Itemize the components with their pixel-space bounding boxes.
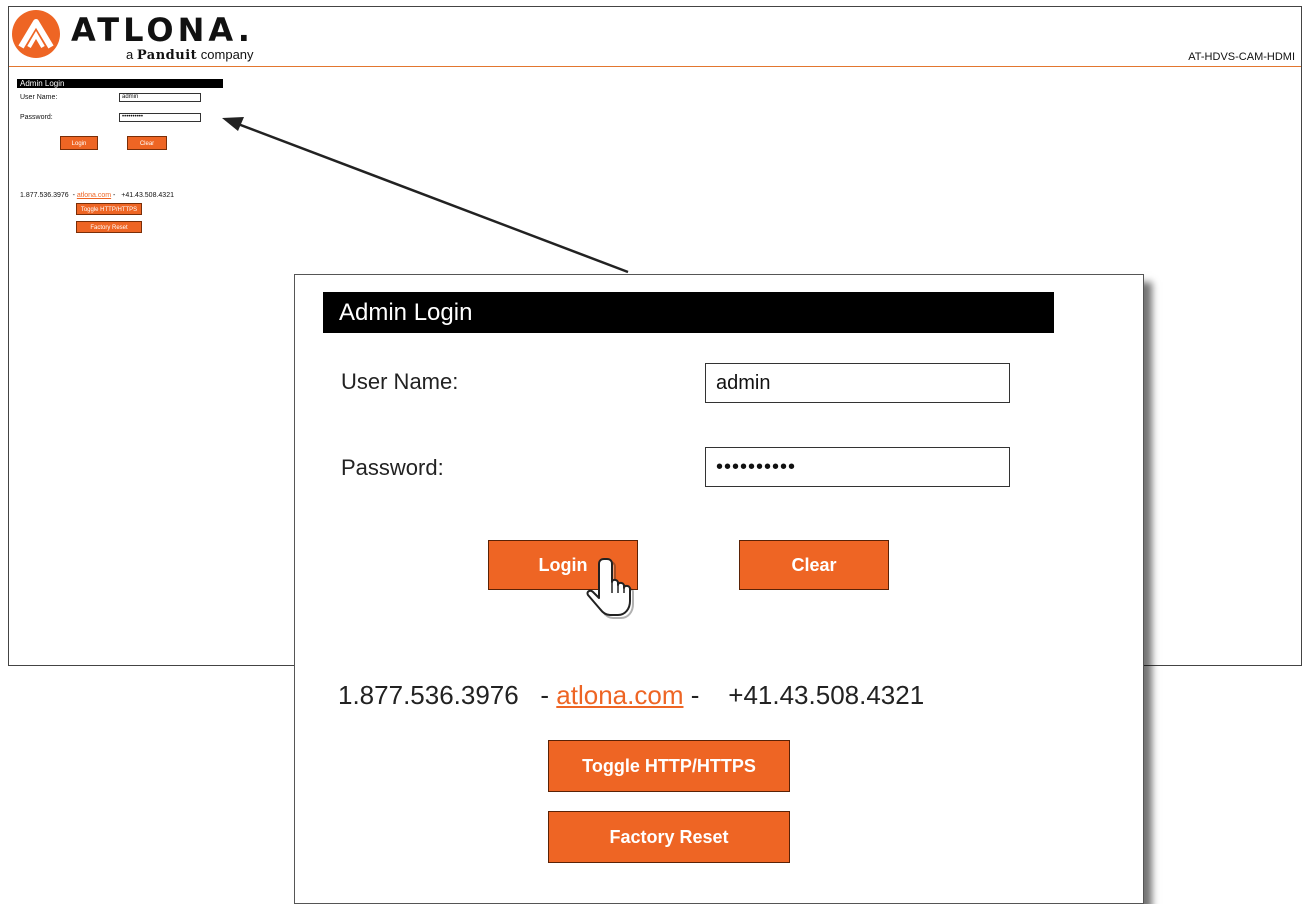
brand-name: ATLONA. bbox=[71, 11, 254, 49]
brand-tagline: a Panduit company bbox=[126, 47, 254, 63]
mini-username-input[interactable]: admin bbox=[119, 93, 201, 102]
device-model: AT-HDVS-CAM-HDMI bbox=[1188, 51, 1295, 63]
password-input[interactable]: •••••••••• bbox=[705, 447, 1010, 487]
phone-us: 1.877.536.3976 bbox=[338, 680, 519, 710]
mini-login-panel: Admin Login User Name: admin Password: •… bbox=[17, 79, 223, 233]
mini-login-button[interactable]: Login bbox=[60, 136, 98, 150]
mini-website-link[interactable]: atlona.com bbox=[77, 192, 111, 199]
password-label: Password: bbox=[341, 455, 444, 480]
mini-contact-line: 1.877.536.3976 - atlona.com - +41.43.508… bbox=[20, 192, 174, 199]
panduit-wordmark: Panduit bbox=[136, 48, 198, 63]
mini-password-label: Password: bbox=[20, 114, 53, 121]
website-link[interactable]: atlona.com bbox=[556, 680, 683, 710]
login-title: Admin Login bbox=[323, 292, 1054, 333]
mini-login-title: Admin Login bbox=[17, 79, 223, 88]
atlona-logo-icon bbox=[12, 10, 60, 58]
factory-reset-button[interactable]: Factory Reset bbox=[548, 811, 790, 863]
hand-pointer-cursor-icon bbox=[586, 558, 634, 619]
mini-clear-button[interactable]: Clear bbox=[127, 136, 167, 150]
mini-factory-reset-button[interactable]: Factory Reset bbox=[76, 221, 142, 233]
phone-intl: +41.43.508.4321 bbox=[728, 680, 925, 710]
contact-line: 1.877.536.3976 - atlona.com - +41.43.508… bbox=[338, 680, 925, 710]
toggle-protocol-button[interactable]: Toggle HTTP/HTTPS bbox=[548, 740, 790, 792]
clear-button[interactable]: Clear bbox=[739, 540, 889, 590]
header-divider bbox=[9, 66, 1301, 67]
mini-username-label: User Name: bbox=[20, 94, 58, 101]
atlona-logo: ATLONA. a Panduit company bbox=[11, 9, 271, 69]
username-input[interactable]: admin bbox=[705, 363, 1010, 403]
zoomed-login-panel: Admin Login User Name: admin Password: •… bbox=[294, 274, 1144, 904]
mini-toggle-protocol-button[interactable]: Toggle HTTP/HTTPS bbox=[76, 203, 142, 215]
username-label: User Name: bbox=[341, 369, 459, 394]
mini-password-input[interactable]: •••••••••• bbox=[119, 113, 201, 122]
